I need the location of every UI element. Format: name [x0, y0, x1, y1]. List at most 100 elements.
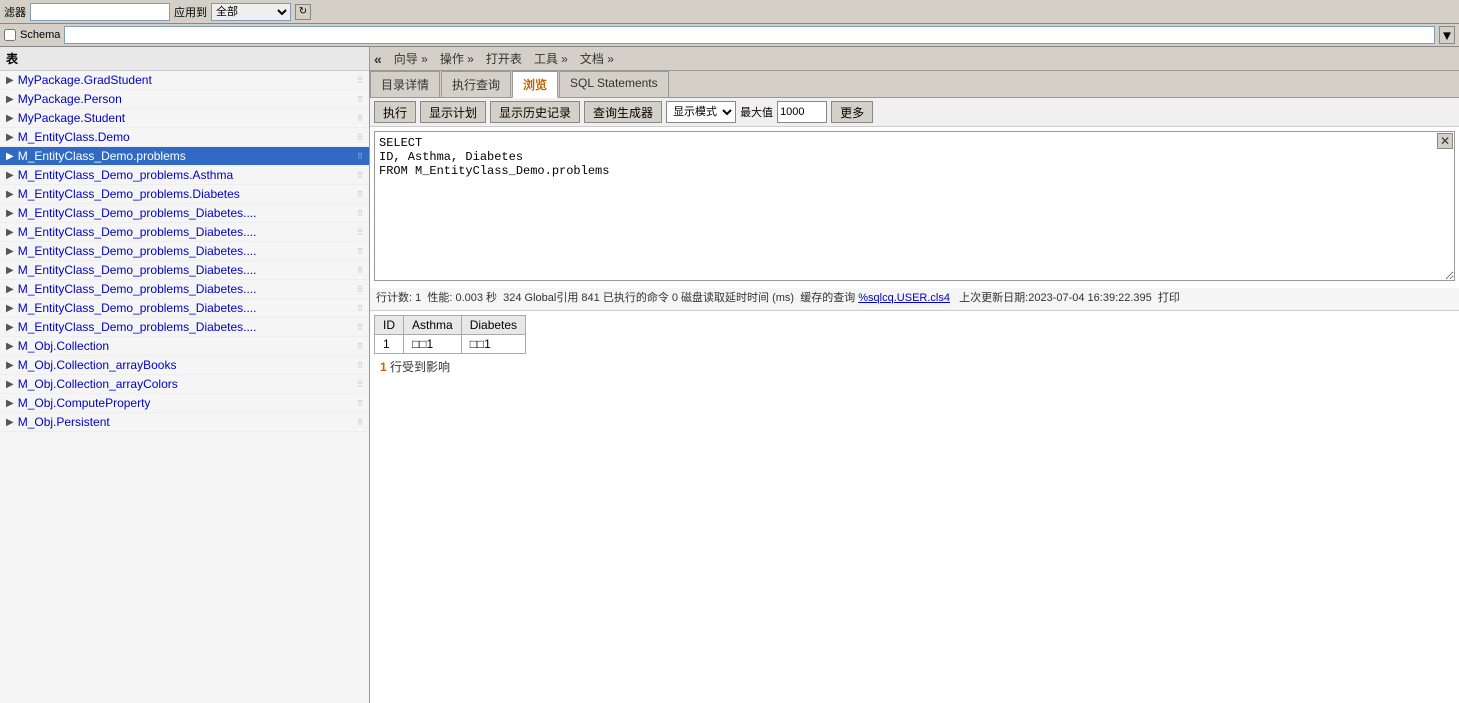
- cached-query-link[interactable]: %sqlcq.USER.cls4: [858, 292, 950, 304]
- table-item-name: M_EntityClass_Demo_problems.Diabetes: [18, 187, 355, 201]
- show-history-button[interactable]: 显示历史记录: [490, 101, 580, 123]
- refresh-button[interactable]: ↻: [295, 4, 311, 20]
- arrow-icon: ▶: [6, 360, 14, 371]
- tab-执行查询[interactable]: 执行查询: [441, 71, 511, 97]
- table-item[interactable]: ▶ M_EntityClass.Demo ⠿: [0, 128, 369, 147]
- table-item[interactable]: ▶ M_EntityClass_Demo_problems_Diabetes..…: [0, 242, 369, 261]
- results-area: IDAsthmaDiabetes1□□1□□1 1 行受到影响: [370, 311, 1459, 383]
- table-item[interactable]: ▶ M_EntityClass_Demo_problems.Diabetes ⠿: [0, 185, 369, 204]
- grip-icon: ⠿: [357, 171, 363, 180]
- grip-icon: ⠿: [357, 76, 363, 85]
- table-item-name: M_Obj.Persistent: [18, 415, 355, 429]
- column-header: ID: [375, 315, 404, 334]
- table-cell: □□1: [404, 334, 462, 353]
- sql-close-button[interactable]: ✕: [1437, 133, 1453, 149]
- max-label: 最大值: [740, 104, 773, 120]
- tab-sql-statements[interactable]: SQL Statements: [559, 71, 669, 97]
- show-plan-button[interactable]: 显示计划: [420, 101, 486, 123]
- apply-label: 应用到: [174, 4, 207, 20]
- arrow-icon: ▶: [6, 113, 14, 124]
- table-item[interactable]: ▶ M_EntityClass_Demo_problems_Diabetes..…: [0, 280, 369, 299]
- table-item-name: M_EntityClass_Demo.problems: [18, 149, 355, 163]
- table-item[interactable]: ▶ M_EntityClass_Demo_problems.Asthma ⠿: [0, 166, 369, 185]
- table-item-name: M_EntityClass_Demo_problems_Diabetes....: [18, 225, 355, 239]
- collapse-button[interactable]: «: [374, 51, 382, 67]
- nav-docs[interactable]: 文档 »: [580, 50, 614, 67]
- nav-ops[interactable]: 操作 »: [440, 50, 474, 67]
- grip-icon: ⠿: [357, 418, 363, 427]
- schema-input[interactable]: [64, 26, 1435, 44]
- table-item[interactable]: ▶ M_EntityClass_Demo_problems_Diabetes..…: [0, 223, 369, 242]
- table-item[interactable]: ▶ M_Obj.ComputeProperty ⠿: [0, 394, 369, 413]
- status-text: 行计数: 1 性能: 0.003 秒 324 Global引用 841 已执行的…: [376, 292, 855, 304]
- rows-count: 1: [380, 360, 387, 374]
- grip-icon: ⠿: [357, 304, 363, 313]
- rows-affected: 1 行受到影响: [374, 354, 1455, 379]
- table-item-name: MyPackage.GradStudent: [18, 73, 355, 87]
- table-item[interactable]: ▶ M_Obj.Collection_arrayBooks ⠿: [0, 356, 369, 375]
- table-item[interactable]: ▶ M_EntityClass_Demo_problems_Diabetes..…: [0, 261, 369, 280]
- filter-bar: 滤器 应用到 全部 表 视图 ↻: [0, 0, 1459, 24]
- table-item[interactable]: ▶ MyPackage.Person ⠿: [0, 90, 369, 109]
- table-item-name: M_Obj.Collection_arrayColors: [18, 377, 355, 391]
- grip-icon: ⠿: [357, 323, 363, 332]
- grip-icon: ⠿: [357, 228, 363, 237]
- tab-目录详情[interactable]: 目录详情: [370, 71, 440, 97]
- grip-icon: ⠿: [357, 361, 363, 370]
- table-item-name: M_EntityClass_Demo_problems_Diabetes....: [18, 301, 355, 315]
- filter-label: 滤器: [4, 4, 26, 20]
- arrow-icon: ▶: [6, 246, 14, 257]
- table-item[interactable]: ▶ M_EntityClass_Demo.problems ⠿: [0, 147, 369, 166]
- grip-icon: ⠿: [357, 190, 363, 199]
- table-row: 1□□1□□1: [375, 334, 526, 353]
- table-list: ▶ MyPackage.GradStudent ⠿ ▶ MyPackage.Pe…: [0, 71, 369, 703]
- schema-checkbox[interactable]: [4, 29, 16, 41]
- arrow-icon: ▶: [6, 208, 14, 219]
- table-cell: □□1: [461, 334, 525, 353]
- table-item-name: M_EntityClass_Demo_problems_Diabetes....: [18, 206, 355, 220]
- nav-guide[interactable]: 向导 »: [394, 50, 428, 67]
- tab-浏览[interactable]: 浏览: [512, 71, 558, 98]
- table-item[interactable]: ▶ MyPackage.Student ⠿: [0, 109, 369, 128]
- column-header: Asthma: [404, 315, 462, 334]
- table-item-name: M_EntityClass_Demo_problems_Diabetes....: [18, 320, 355, 334]
- arrow-icon: ▶: [6, 379, 14, 390]
- table-item-name: MyPackage.Person: [18, 92, 355, 106]
- table-item[interactable]: ▶ M_Obj.Persistent ⠿: [0, 413, 369, 432]
- apply-select[interactable]: 全部 表 视图: [211, 3, 291, 21]
- arrow-icon: ▶: [6, 227, 14, 238]
- grip-icon: ⠿: [357, 114, 363, 123]
- grip-icon: ⠿: [357, 266, 363, 275]
- arrow-icon: ▶: [6, 417, 14, 428]
- schema-bar: Schema ▼: [0, 24, 1459, 47]
- column-header: Diabetes: [461, 315, 525, 334]
- max-input[interactable]: [777, 101, 827, 123]
- table-item[interactable]: ▶ M_Obj.Collection ⠿: [0, 337, 369, 356]
- table-item-name: M_EntityClass_Demo_problems_Diabetes....: [18, 244, 355, 258]
- nav-open-table[interactable]: 打开表: [486, 50, 522, 67]
- arrow-icon: ▶: [6, 75, 14, 86]
- table-section-header: 表: [0, 47, 369, 71]
- execute-button[interactable]: 执行: [374, 101, 416, 123]
- schema-dropdown-button[interactable]: ▼: [1439, 26, 1455, 44]
- table-item[interactable]: ▶ MyPackage.GradStudent ⠿: [0, 71, 369, 90]
- filter-input[interactable]: [30, 3, 170, 21]
- sql-editor[interactable]: [374, 131, 1455, 281]
- grip-icon: ⠿: [357, 209, 363, 218]
- query-gen-button[interactable]: 查询生成器: [584, 101, 662, 123]
- show-mode-select[interactable]: 显示模式 选项1: [666, 101, 736, 123]
- table-item[interactable]: ▶ M_EntityClass_Demo_problems_Diabetes..…: [0, 318, 369, 337]
- table-item[interactable]: ▶ M_EntityClass_Demo_problems_Diabetes..…: [0, 204, 369, 223]
- nav-tools[interactable]: 工具 »: [534, 50, 568, 67]
- arrow-icon: ▶: [6, 189, 14, 200]
- table-cell: 1: [375, 334, 404, 353]
- grip-icon: ⠿: [357, 285, 363, 294]
- table-item-name: M_Obj.Collection: [18, 339, 355, 353]
- results-table: IDAsthmaDiabetes1□□1□□1: [374, 315, 526, 354]
- grip-icon: ⠿: [357, 152, 363, 161]
- table-item[interactable]: ▶ M_EntityClass_Demo_problems_Diabetes..…: [0, 299, 369, 318]
- table-item-name: M_EntityClass_Demo_problems_Diabetes....: [18, 263, 355, 277]
- table-item[interactable]: ▶ M_Obj.Collection_arrayColors ⠿: [0, 375, 369, 394]
- more-button[interactable]: 更多: [831, 101, 873, 123]
- table-item-name: M_EntityClass_Demo_problems_Diabetes....: [18, 282, 355, 296]
